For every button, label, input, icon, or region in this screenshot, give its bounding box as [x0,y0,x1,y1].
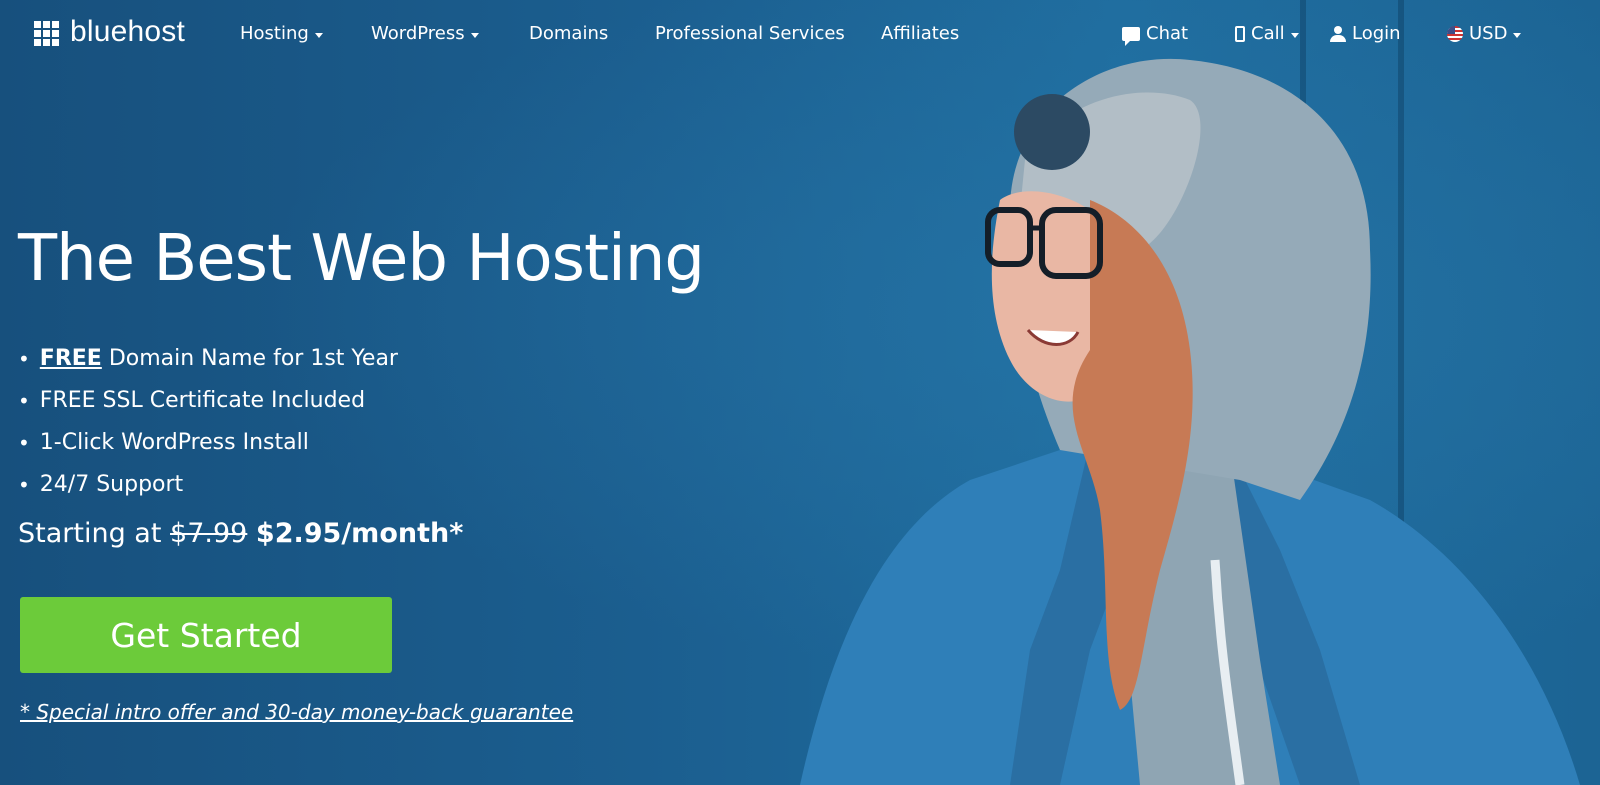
caret-down-icon [314,32,323,38]
get-started-button[interactable]: Get Started [20,597,392,673]
nav-professional-services-label: Professional Services [655,23,845,44]
bullet: • [18,347,30,371]
feature-text: FREE SSL Certificate Included [39,388,366,413]
caret-down-icon [1513,32,1522,38]
feature-list: • FREE Domain Name for 1st Year • FREE S… [18,338,398,506]
chat-icon [1122,27,1140,46]
caret-down-icon [1290,32,1299,38]
nav-professional-services[interactable]: Professional Services [655,24,845,44]
hero-photo-person [800,58,1580,785]
bluehost-logo[interactable]: bluehost [34,15,186,48]
hero-title: The Best Web Hosting [18,222,705,296]
caret-down-icon [470,32,479,38]
nav-domains-label: Domains [529,23,609,44]
currency-label: USD [1469,23,1508,44]
login-link[interactable]: Login [1330,24,1401,44]
feature-item-support: • 24/7 Support [18,464,398,506]
nav-wordpress[interactable]: WordPress [371,24,479,44]
call-label: Call [1251,23,1285,44]
chat-link[interactable]: Chat [1122,23,1189,46]
free-domain-link[interactable]: FREE [40,342,102,376]
brand-name: bluehost [70,15,186,48]
top-navigation: bluehost Hosting WordPress Domains Profe… [0,0,1600,70]
feature-item-ssl: • FREE SSL Certificate Included [18,380,398,422]
call-dropdown[interactable]: Call [1235,24,1299,44]
user-icon [1330,26,1346,42]
nav-wordpress-label: WordPress [371,23,465,44]
feature-text: Domain Name for 1st Year [101,346,398,371]
bullet: • [18,431,30,455]
price-prefix: Starting at [18,518,162,549]
nav-affiliates-label: Affiliates [881,23,960,44]
feature-item-domain: • FREE Domain Name for 1st Year [18,338,398,380]
offer-disclaimer-link[interactable]: * Special intro offer and 30-day money-b… [20,700,573,724]
price-new: $2.95/month* [255,518,464,549]
currency-dropdown[interactable]: USD [1447,23,1522,44]
bullet: • [18,473,30,497]
nav-hosting[interactable]: Hosting [240,24,323,44]
us-flag-icon [1447,26,1463,42]
logo-grid-icon [34,20,60,47]
nav-affiliates[interactable]: Affiliates [881,24,959,44]
phone-icon [1235,26,1245,42]
feature-text: 24/7 Support [39,472,184,497]
feature-text: 1-Click WordPress Install [39,430,309,455]
pricing-line: Starting at $7.99 $2.95/month* [18,518,463,549]
nav-domains[interactable]: Domains [529,24,608,44]
nav-hosting-label: Hosting [240,23,309,44]
bullet: • [18,389,30,413]
price-old: $7.99 [170,518,248,549]
login-label: Login [1352,23,1401,44]
chat-label: Chat [1146,23,1189,44]
feature-item-wordpress: • 1-Click WordPress Install [18,422,398,464]
